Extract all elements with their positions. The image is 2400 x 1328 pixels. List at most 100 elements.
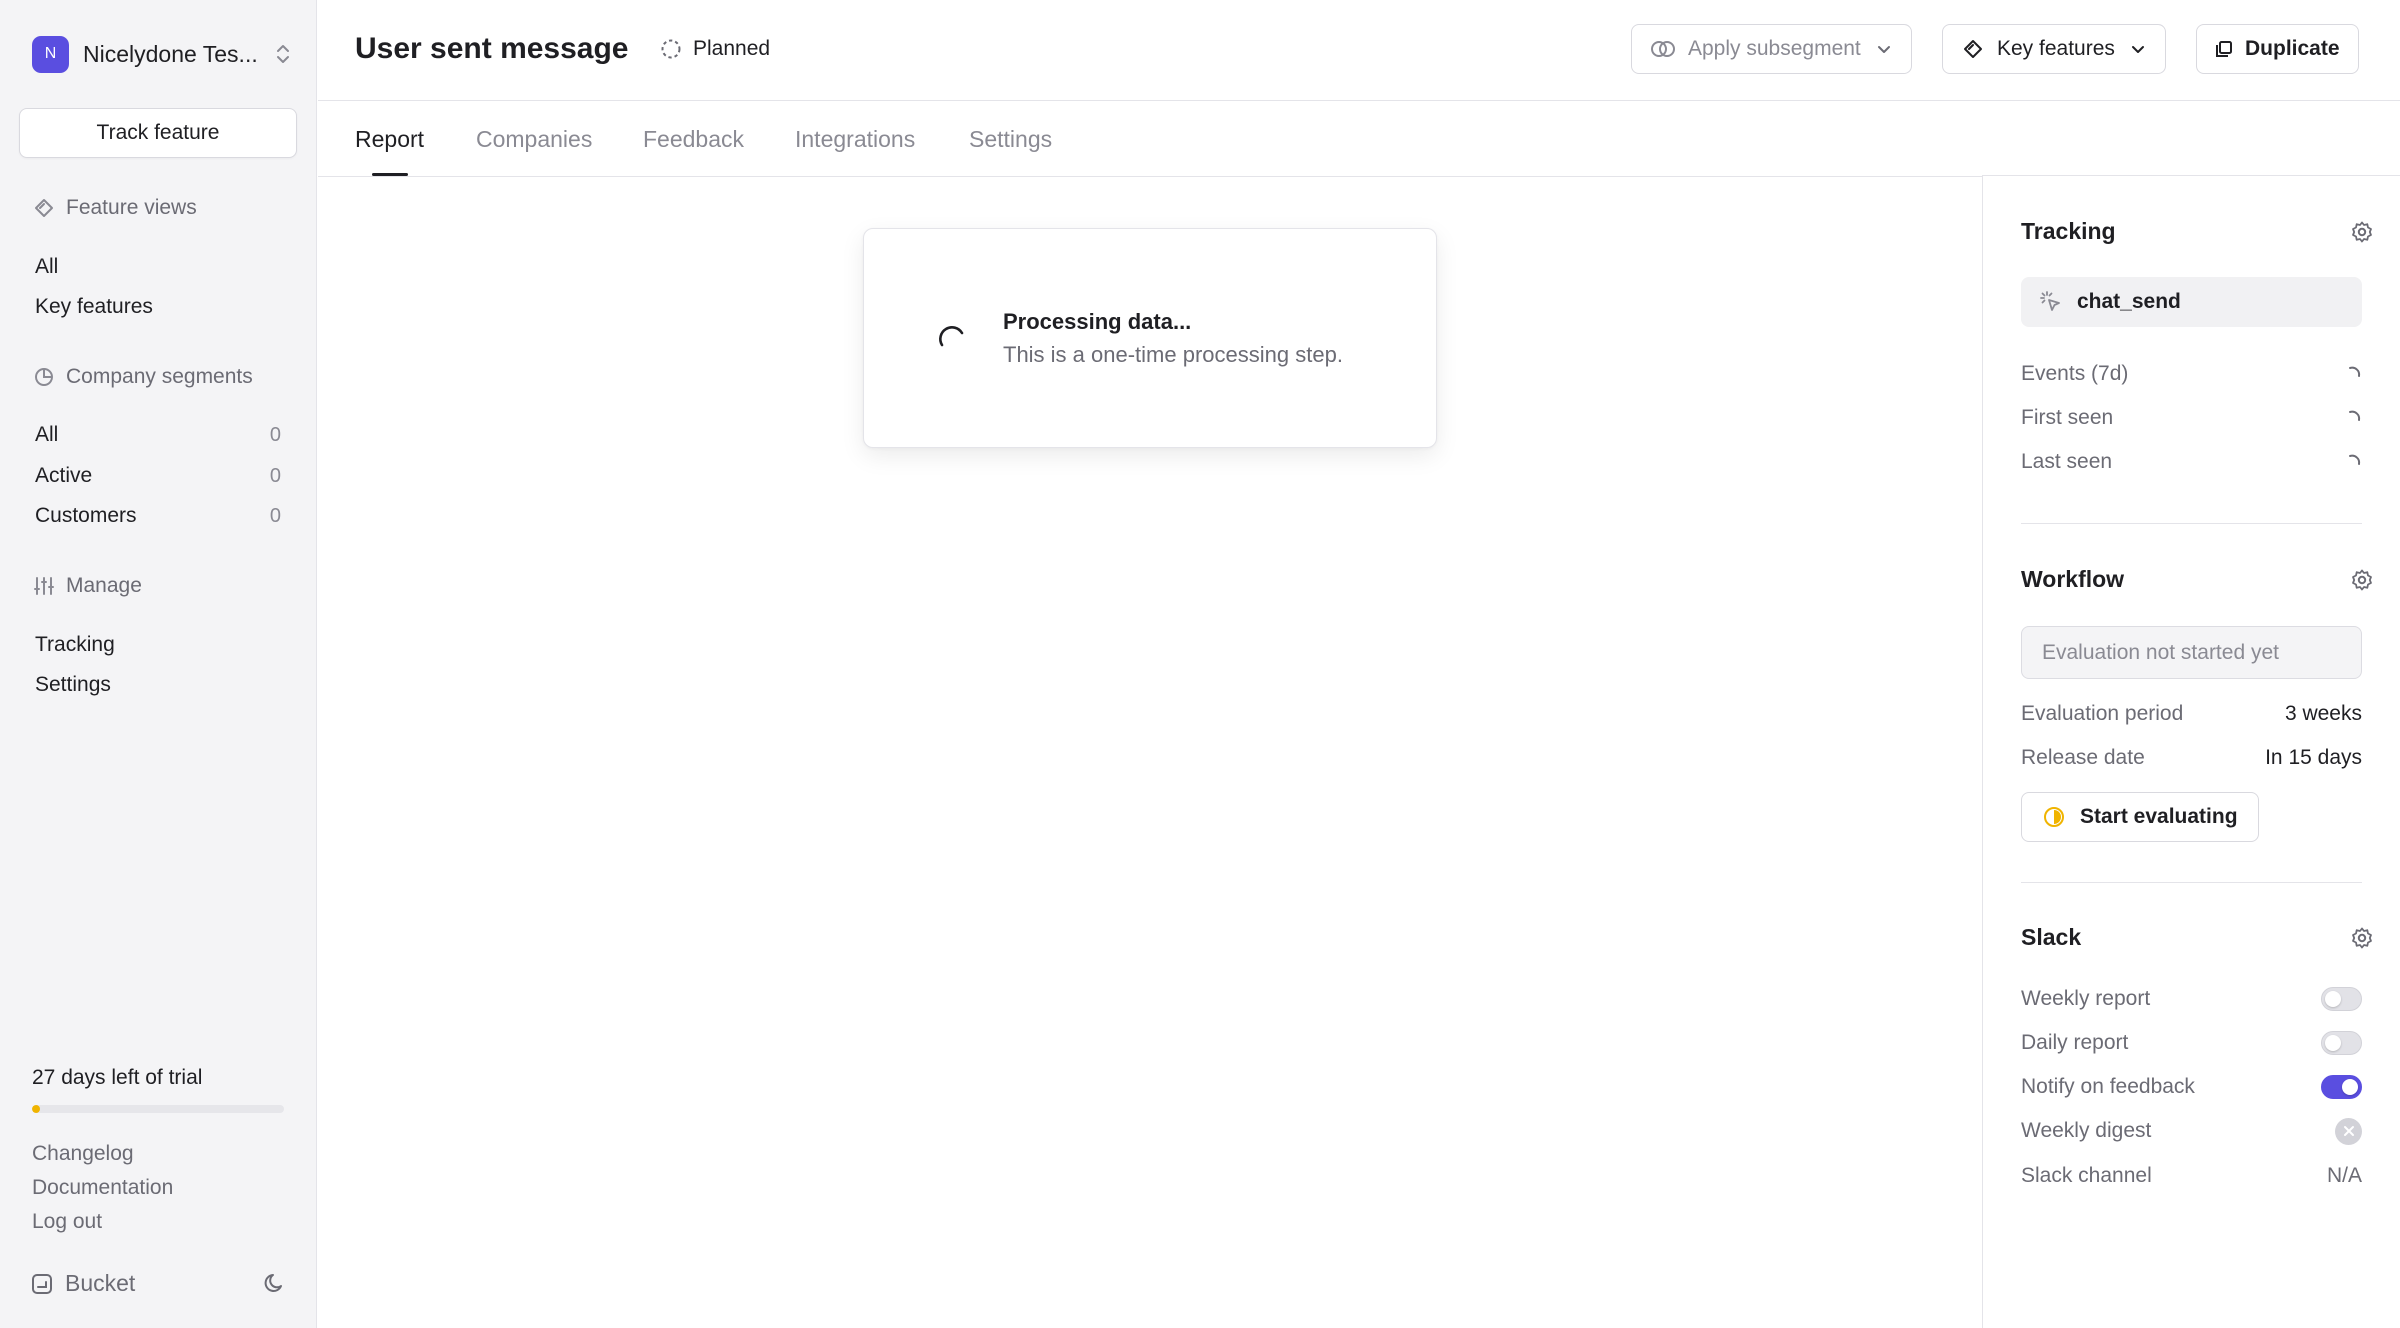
key-features-label: Key features [1997, 37, 2115, 60]
tab-integrations[interactable]: Integrations [795, 126, 915, 153]
tab-report[interactable]: Report [355, 126, 424, 153]
processing-title: Processing data... [1003, 309, 1192, 334]
diamond-icon [1964, 40, 1982, 58]
sidebar-item-all-features[interactable]: All [35, 252, 281, 282]
start-evaluating-button[interactable]: Start evaluating [2021, 792, 2259, 842]
chevron-down-icon [2131, 46, 2144, 53]
gear-icon[interactable] [2350, 926, 2374, 950]
tab-settings[interactable]: Settings [969, 126, 1052, 153]
documentation-link[interactable]: Documentation [32, 1176, 173, 1200]
org-name: Nicelydone Tes... [83, 40, 258, 67]
sidebar-item-key-features[interactable]: Key features [35, 292, 281, 322]
events-7d-label: Events (7d) [2021, 362, 2129, 385]
tracked-event-chip[interactable]: chat_send [2021, 277, 2362, 327]
sidebar: N Nicelydone Tes... Track feature Featur… [0, 0, 317, 1328]
pie-chart-icon [35, 368, 53, 386]
segment-count: 0 [269, 464, 281, 487]
duplicate-button[interactable]: Duplicate [2196, 24, 2359, 74]
notify-feedback-label: Notify on feedback [2021, 1075, 2195, 1098]
evaluation-status-box: Evaluation not started yet [2021, 626, 2362, 679]
workflow-heading: Workflow [2021, 566, 2125, 592]
logout-link[interactable]: Log out [32, 1210, 102, 1234]
daily-report-toggle[interactable] [2321, 1031, 2362, 1055]
status-badge[interactable]: Planned [660, 37, 770, 61]
feature-views-label: Feature views [66, 196, 197, 219]
trial-progress-fill [32, 1105, 40, 1113]
manage-heading: Manage [33, 574, 142, 598]
slack-channel-value[interactable]: N/A [2327, 1164, 2362, 1188]
sidebar-item-segment-customers[interactable]: Customers 0 [35, 501, 281, 531]
org-avatar: N [32, 35, 69, 73]
event-name: chat_send [2077, 290, 2181, 313]
trial-progress-bar [32, 1105, 284, 1113]
half-circle-icon [2044, 807, 2064, 827]
gear-icon[interactable] [2350, 220, 2374, 244]
sidebar-item-label: Settings [35, 673, 111, 696]
changelog-link[interactable]: Changelog [32, 1142, 134, 1166]
sidebar-item-settings[interactable]: Settings [35, 670, 281, 700]
evaluation-period-value[interactable]: 3 weeks [2285, 702, 2362, 726]
sidebar-item-segment-all[interactable]: All 0 [35, 420, 281, 450]
sliders-icon [34, 577, 54, 595]
loading-spinner-icon [2349, 454, 2361, 465]
apply-subsegment-label: Apply subsegment [1688, 37, 1861, 60]
weekly-report-label: Weekly report [2021, 987, 2151, 1010]
first-seen-label: First seen [2021, 406, 2114, 429]
notify-feedback-row: Notify on feedback [2021, 1072, 2362, 1102]
sidebar-item-label: All [35, 255, 59, 278]
copy-icon [2216, 41, 2232, 57]
loading-spinner-icon [2349, 410, 2361, 421]
slack-channel-label: Slack channel [2021, 1164, 2152, 1187]
release-date-value[interactable]: In 15 days [2265, 746, 2362, 770]
bucket-logo-icon [32, 1273, 52, 1294]
evaluation-period-label: Evaluation period [2021, 702, 2184, 725]
segment-count: 0 [269, 504, 281, 527]
tab-bar: Report Companies Feedback Integrations S… [318, 102, 1982, 177]
close-icon [2343, 1126, 2354, 1136]
tab-feedback[interactable]: Feedback [643, 126, 744, 153]
moon-icon[interactable] [262, 1270, 288, 1296]
sidebar-item-label: Customers [35, 504, 137, 527]
tab-companies[interactable]: Companies [476, 126, 592, 153]
sidebar-item-segment-active[interactable]: Active 0 [35, 461, 281, 491]
loading-spinner-icon [939, 326, 964, 347]
slack-heading: Slack [2021, 924, 2082, 950]
bucket-brand[interactable]: Bucket [31, 1270, 135, 1297]
last-seen-label: Last seen [2021, 450, 2113, 473]
processing-card: Processing data... This is a one-time pr… [863, 228, 1437, 448]
notify-feedback-toggle[interactable] [2321, 1075, 2362, 1099]
section-divider [2021, 882, 2362, 883]
daily-report-row: Daily report [2021, 1028, 2362, 1058]
org-switcher[interactable]: N Nicelydone Tes... [32, 35, 292, 73]
bucket-label: Bucket [65, 1270, 136, 1296]
toggle-circles-icon [1651, 41, 1675, 57]
gear-icon[interactable] [2350, 568, 2374, 592]
company-segments-label: Company segments [66, 365, 253, 388]
sidebar-item-tracking[interactable]: Tracking [35, 630, 281, 660]
chevron-down-icon [1877, 46, 1890, 53]
weekly-digest-label: Weekly digest [2021, 1119, 2152, 1142]
loading-spinner-icon [2349, 366, 2361, 377]
weekly-digest-disabled[interactable] [2335, 1117, 2362, 1145]
duplicate-label: Duplicate [2245, 37, 2340, 60]
events-7d-row: Events (7d) [2021, 359, 2362, 389]
track-feature-button[interactable]: Track feature [19, 108, 297, 158]
page-header: User sent message Planned Apply subsegme… [318, 0, 2400, 101]
feature-details-panel: Tracking chat_send Events (7d) First see… [1982, 176, 2400, 1328]
weekly-report-toggle[interactable] [2321, 987, 2362, 1011]
tracking-heading: Tracking [2021, 218, 2116, 244]
sidebar-item-label: Active [35, 464, 93, 487]
processing-subtitle: This is a one-time processing step. [1003, 342, 1343, 367]
release-date-row: Release date In 15 days [2021, 743, 2362, 773]
sidebar-item-label: Key features [35, 295, 153, 318]
status-label: Planned [693, 37, 771, 60]
active-tab-indicator [372, 173, 408, 176]
weekly-report-row: Weekly report [2021, 984, 2362, 1014]
sidebar-item-label: All [35, 423, 59, 446]
daily-report-label: Daily report [2021, 1031, 2129, 1054]
key-features-dropdown[interactable]: Key features [1942, 24, 2166, 74]
cursor-click-icon [2040, 291, 2060, 311]
first-seen-row: First seen [2021, 403, 2362, 433]
apply-subsegment-button[interactable]: Apply subsegment [1631, 24, 1912, 74]
last-seen-row: Last seen [2021, 447, 2362, 477]
